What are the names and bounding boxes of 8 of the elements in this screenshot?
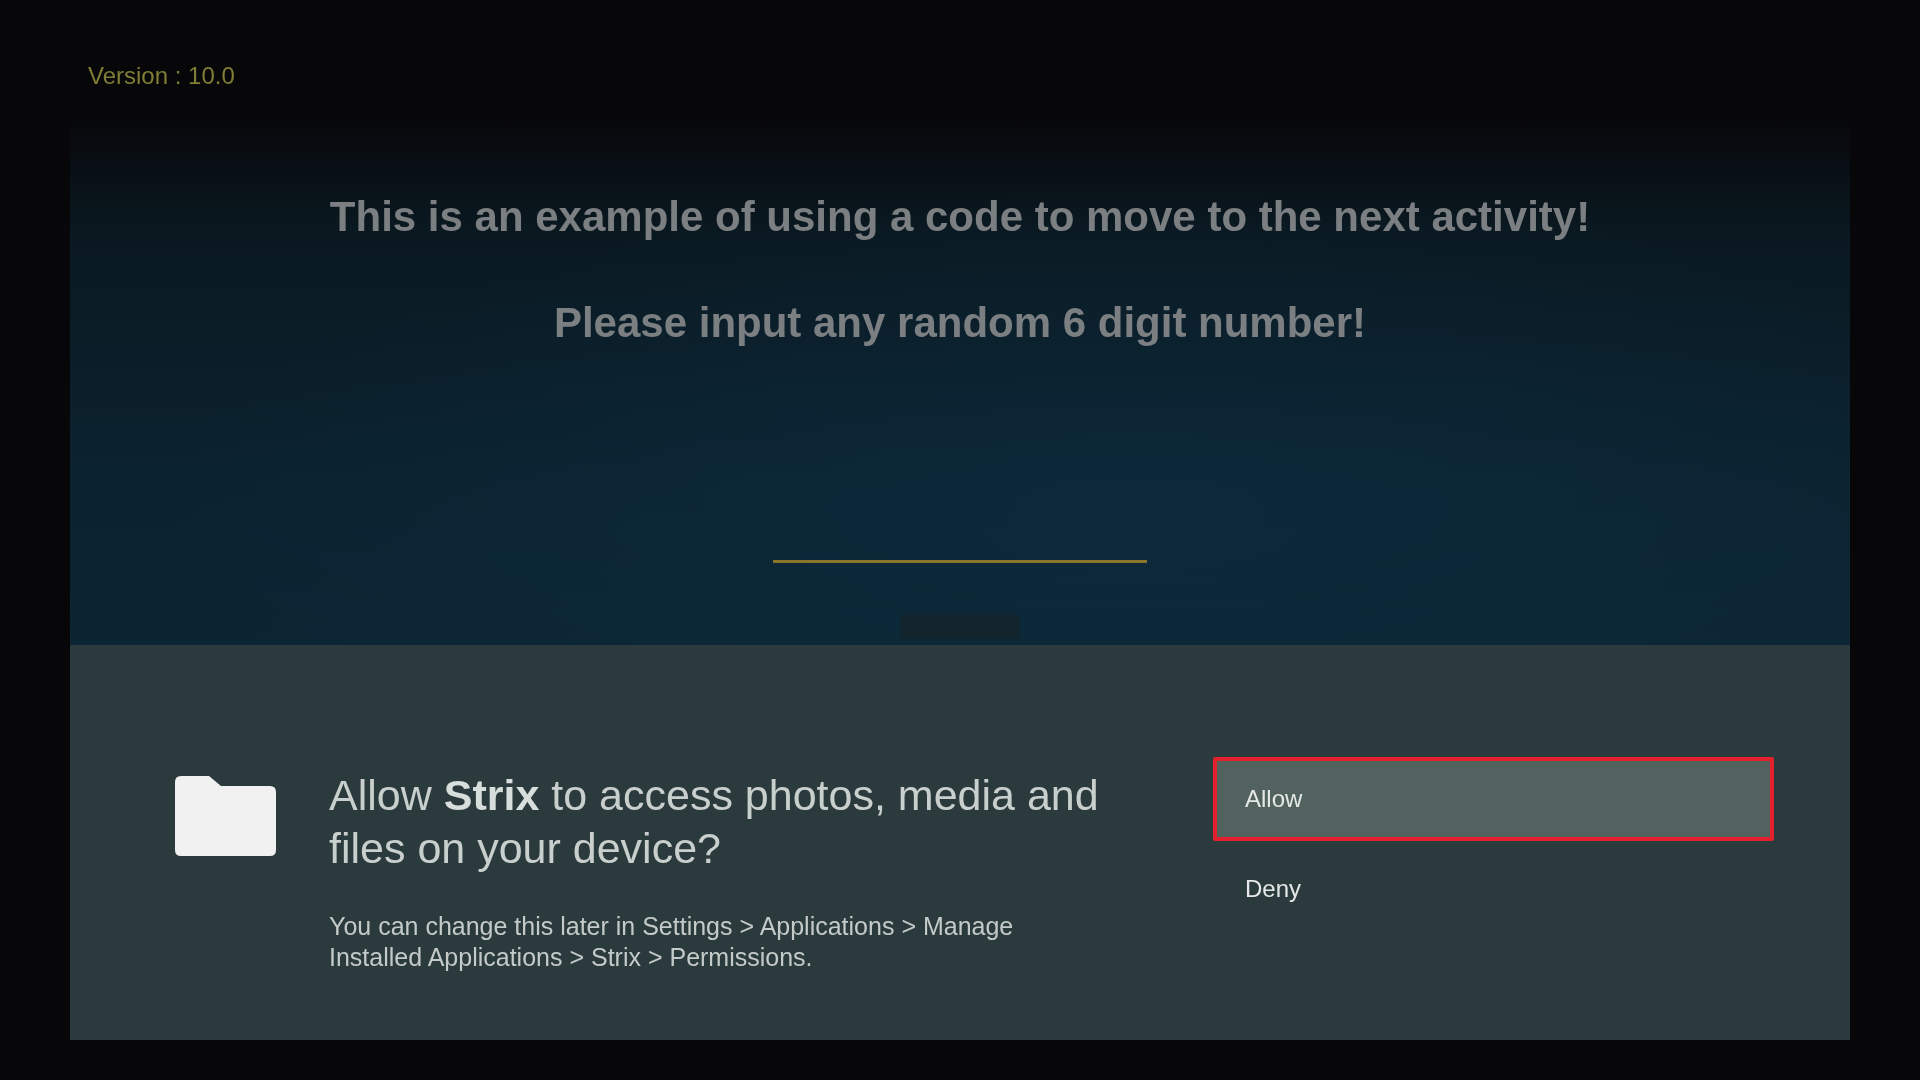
headline: This is an example of using a code to move to the next activity! xyxy=(329,192,1591,242)
choice-button[interactable]: Deny xyxy=(1245,874,1302,904)
dialog-message: You can change this later in Settings > Applications > Manage Installed Applications > Strix > Permissions. xyxy=(329,911,1015,973)
version-label: Version : 10.0 xyxy=(88,62,235,89)
dialog-title: Allow Strix to access photos, media and files on your device? xyxy=(329,770,1100,874)
folder-icon xyxy=(175,776,276,856)
choice-button[interactable]: Allow xyxy=(1213,757,1774,841)
instruction-text: Please input any random 6 digit number! xyxy=(553,298,1367,348)
